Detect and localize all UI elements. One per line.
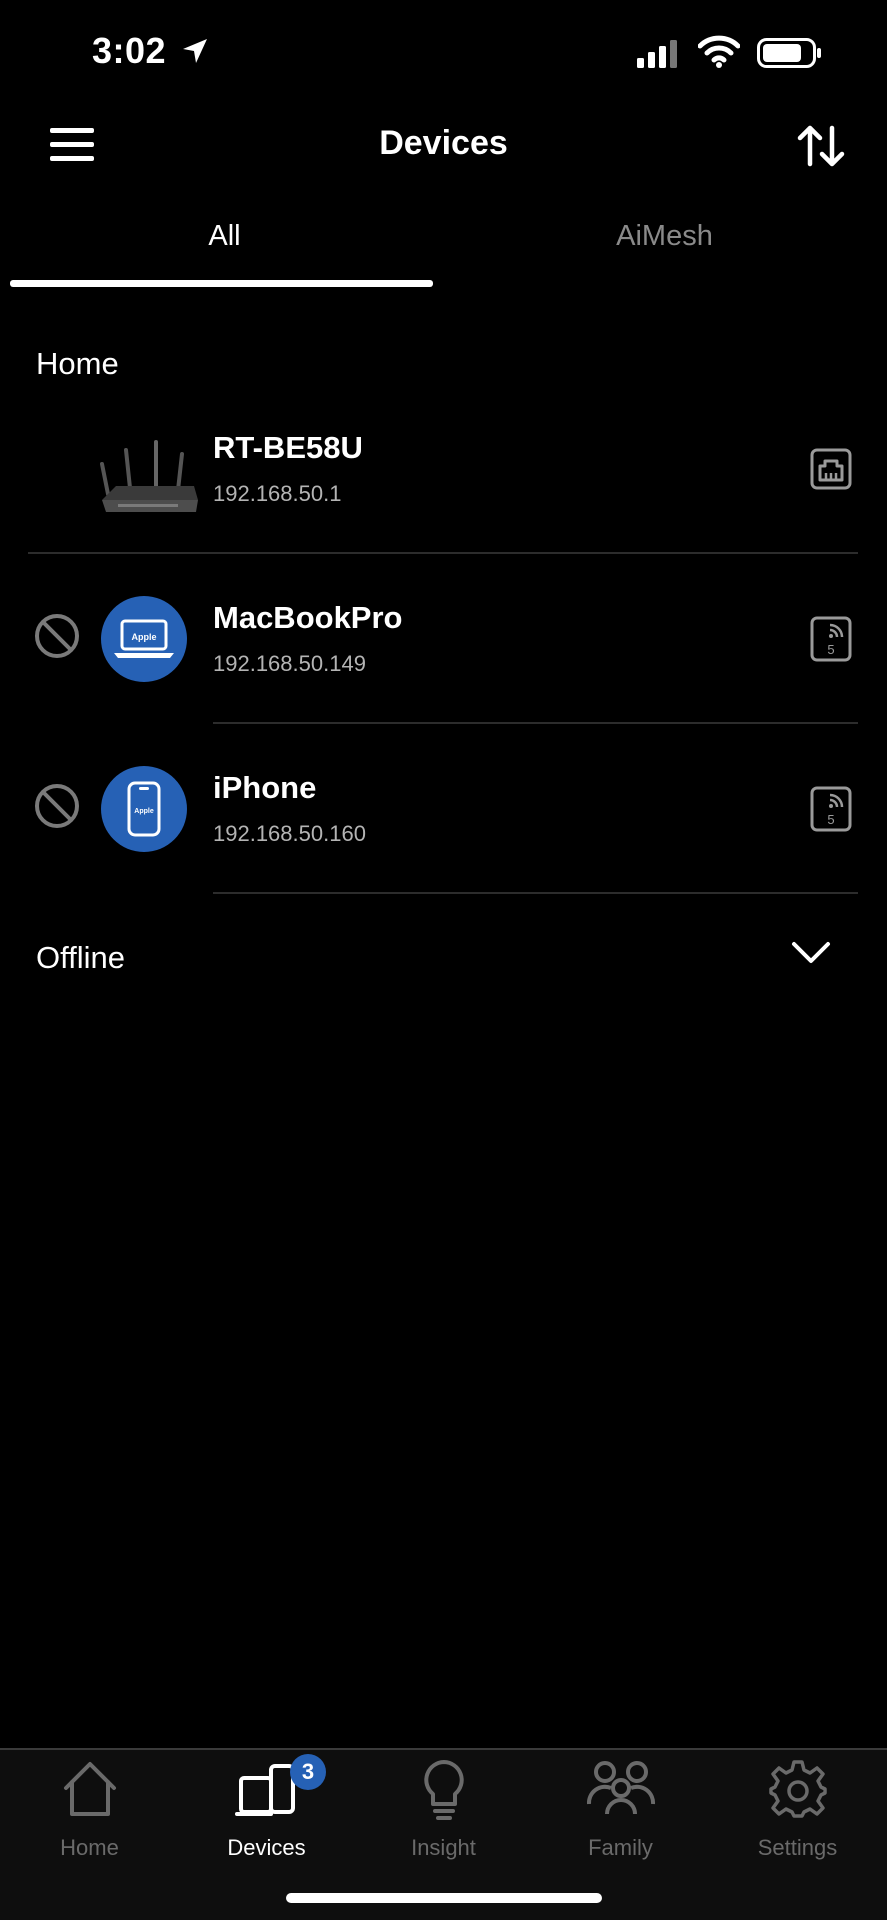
device-ip: 192.168.50.1	[213, 481, 342, 506]
cellular-signal-icon	[637, 40, 677, 68]
lightbulb-icon	[423, 1760, 464, 1820]
location-arrow-icon	[183, 39, 207, 63]
device-ip: 192.168.50.149	[213, 651, 366, 676]
battery-icon	[757, 38, 821, 68]
page-title: Devices	[379, 124, 508, 162]
device-name: iPhone	[213, 770, 317, 805]
nav-item-devices[interactable]: 3 Devices	[178, 1750, 355, 1870]
status-bar: 3:02	[0, 0, 887, 110]
tab-all[interactable]: All	[8, 220, 441, 253]
family-icon	[586, 1761, 655, 1815]
top-app-bar: Devices	[0, 110, 887, 180]
home-indicator	[286, 1893, 602, 1903]
status-time: 3:02	[92, 30, 167, 71]
gear-icon	[768, 1760, 827, 1818]
block-device-icon[interactable]	[33, 782, 81, 830]
device-ip: 192.168.50.160	[213, 821, 366, 846]
router-image	[100, 440, 198, 512]
tab-bar: All AiMesh	[0, 210, 887, 290]
nav-label: Family	[588, 1835, 653, 1860]
devices-screen: 3:02 Devices All AiMesh Home RT-BE58U 19…	[0, 0, 887, 1920]
devices-icon	[234, 1764, 295, 1816]
block-device-icon[interactable]	[33, 612, 81, 660]
active-tab-indicator	[10, 280, 433, 287]
phone-avatar: Apple	[101, 766, 187, 852]
ethernet-icon	[810, 448, 852, 490]
nav-item-insight[interactable]: Insight	[355, 1750, 532, 1870]
wifi-status-icon	[698, 35, 740, 68]
devices-count-badge: 3	[290, 1754, 326, 1790]
tab-aimesh[interactable]: AiMesh	[448, 220, 881, 253]
divider	[28, 552, 858, 554]
nav-label: Insight	[411, 1835, 476, 1860]
wifi-band-label: 5	[827, 642, 834, 657]
nav-label: Devices	[227, 1835, 306, 1860]
device-row-router[interactable]: RT-BE58U 192.168.50.1	[0, 420, 887, 550]
nav-label: Settings	[757, 1835, 838, 1860]
section-title-offline[interactable]: Offline	[36, 940, 125, 976]
divider	[213, 892, 858, 894]
laptop-avatar: Apple	[101, 596, 187, 682]
sort-icon[interactable]	[796, 124, 846, 168]
nav-label: Home	[60, 1835, 119, 1860]
home-icon	[63, 1762, 116, 1816]
section-title-home: Home	[36, 346, 119, 381]
wifi-5ghz-icon: 5	[810, 616, 852, 662]
divider	[213, 722, 858, 724]
wifi-5ghz-icon: 5	[810, 786, 852, 832]
wifi-band-label: 5	[827, 812, 834, 827]
nav-item-family[interactable]: Family	[532, 1750, 709, 1870]
device-row-iphone[interactable]: Apple iPhone 192.168.50.160 5	[0, 760, 887, 890]
svg-text:Apple: Apple	[131, 632, 156, 642]
nav-item-home[interactable]: Home	[1, 1750, 178, 1870]
device-name: MacBookPro	[213, 600, 403, 635]
laptop-icon: Apple	[114, 619, 174, 658]
phone-icon: Apple	[127, 781, 161, 837]
device-row-macbookpro[interactable]: Apple MacBookPro 192.168.50.149 5	[0, 590, 887, 720]
svg-text:Apple: Apple	[134, 808, 154, 815]
chevron-down-icon[interactable]	[791, 940, 831, 966]
device-name: RT-BE58U	[213, 430, 363, 465]
nav-item-settings[interactable]: Settings	[709, 1750, 886, 1870]
